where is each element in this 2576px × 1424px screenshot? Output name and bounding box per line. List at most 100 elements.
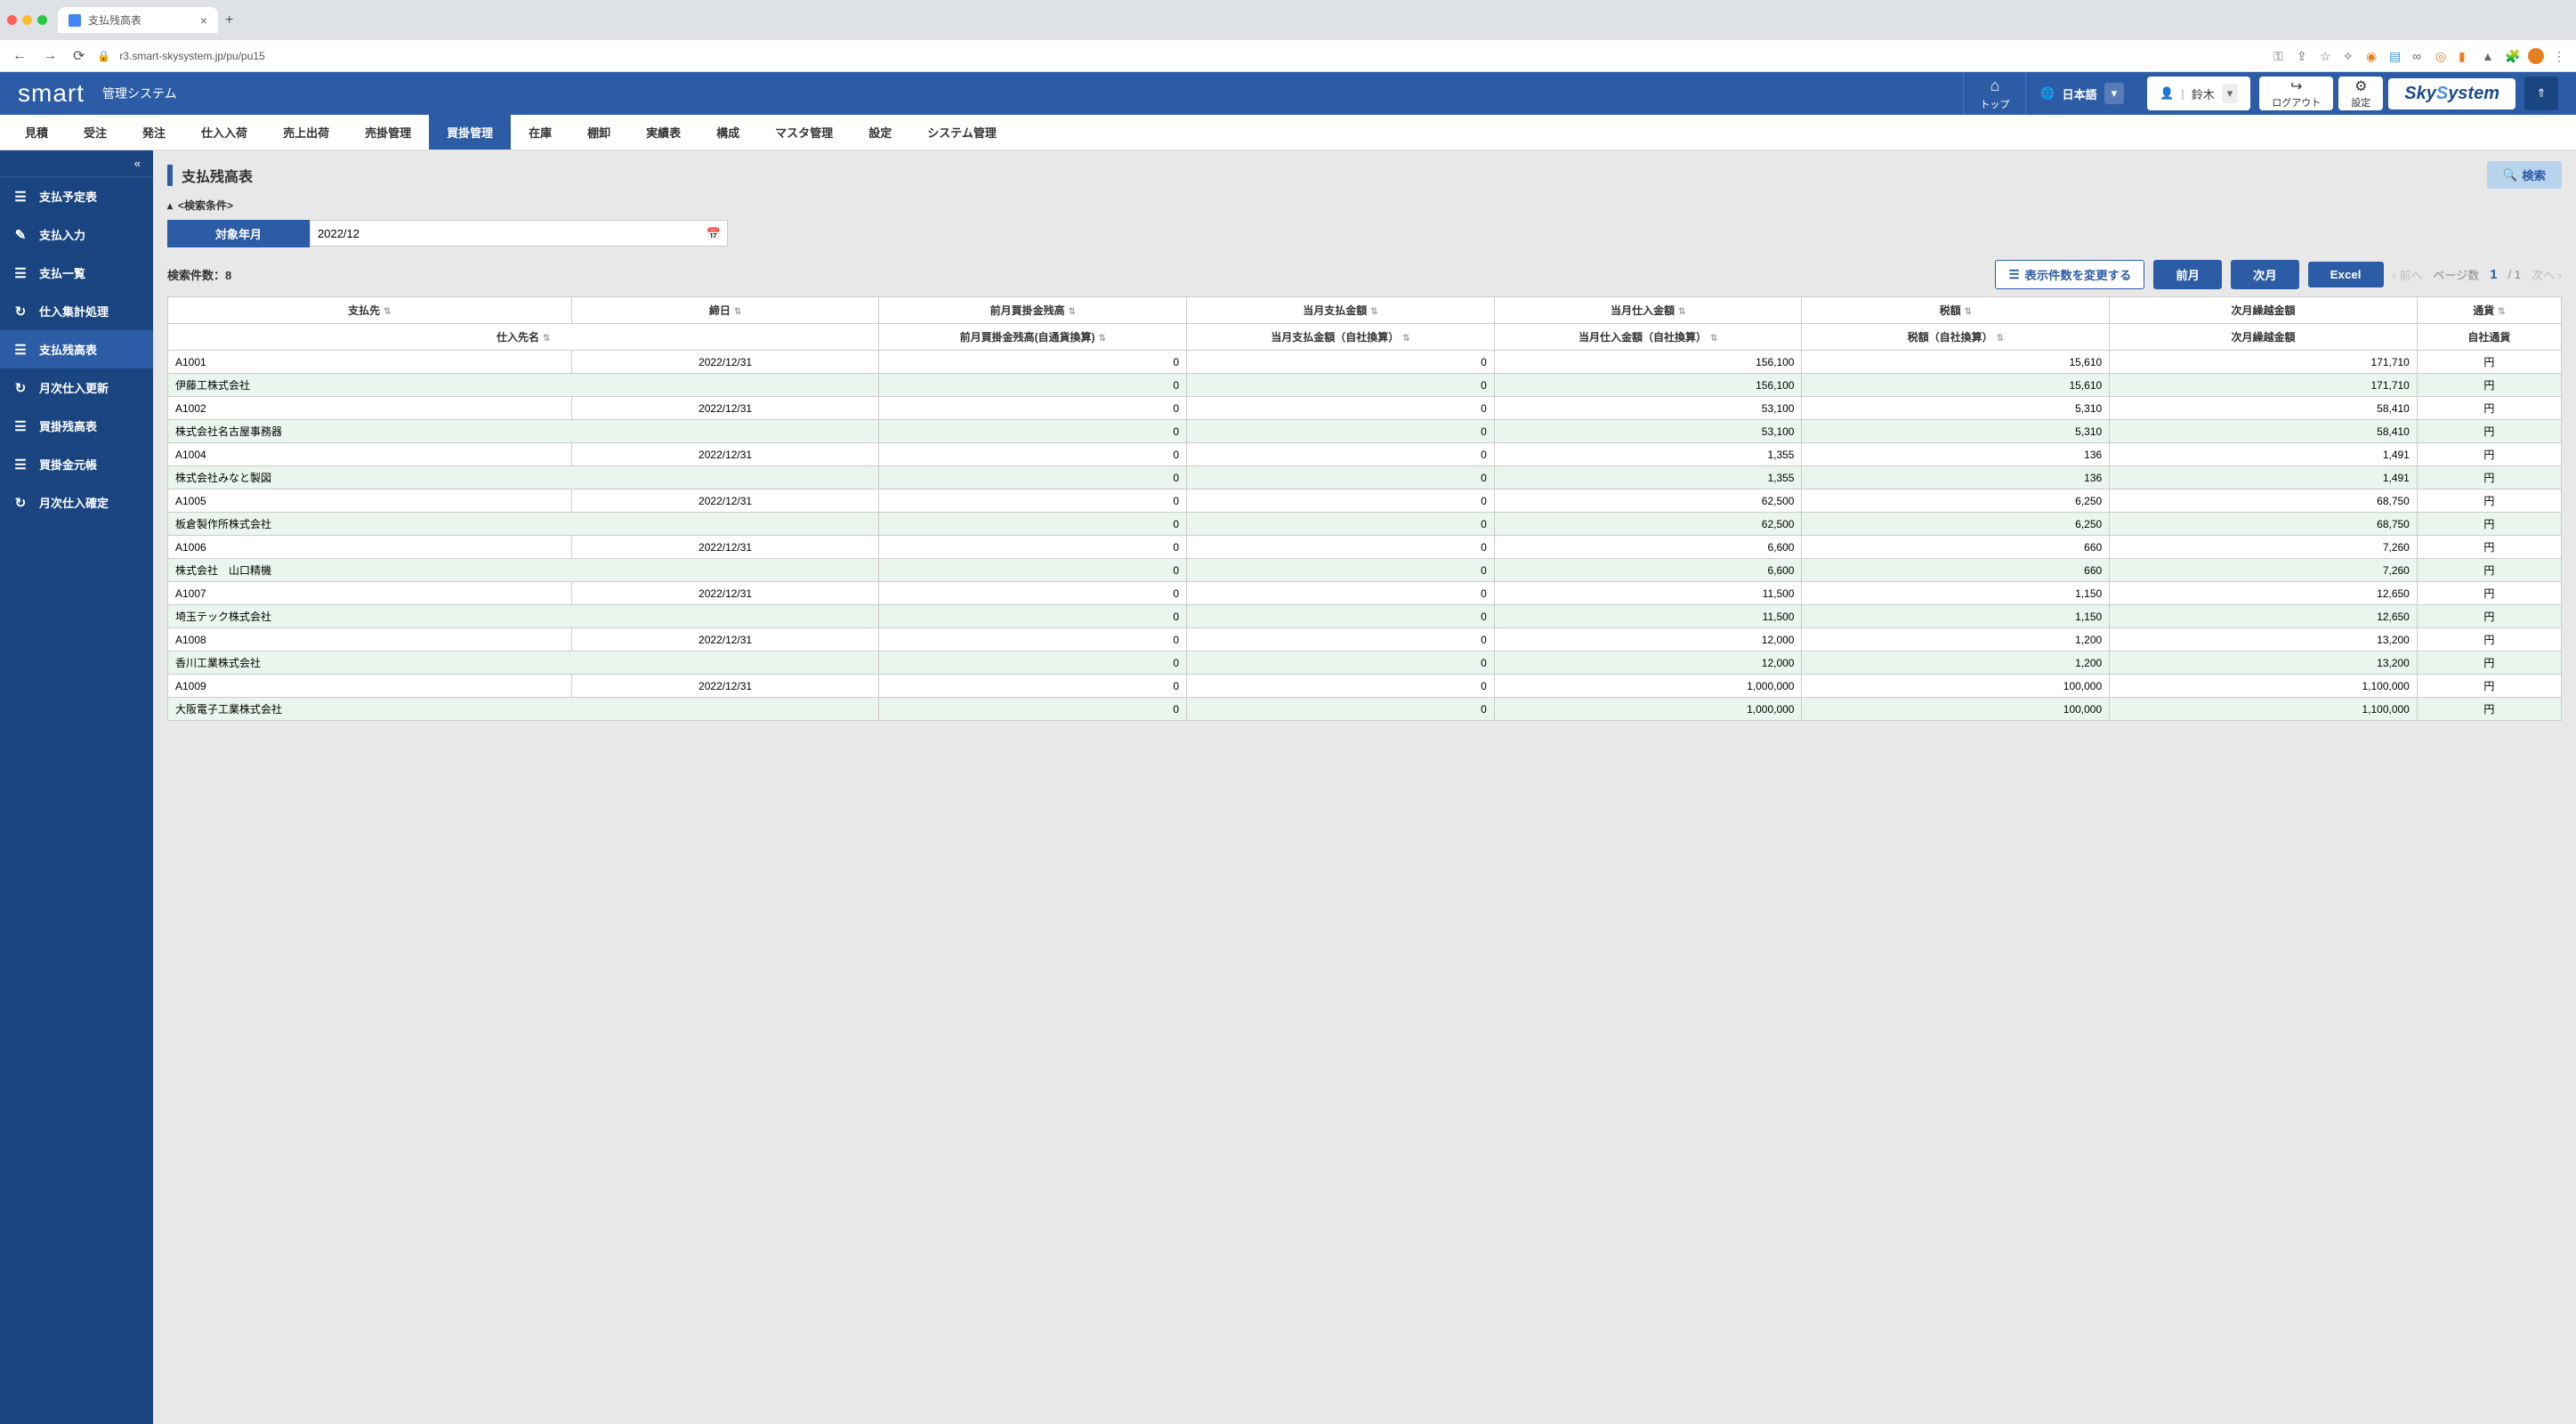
- topnav-item[interactable]: 売上出荷: [265, 115, 347, 150]
- calendar-icon[interactable]: 📅: [707, 227, 721, 241]
- pager-next[interactable]: 次へ ›: [2532, 266, 2562, 283]
- puzzle-icon[interactable]: 🧩: [2505, 49, 2519, 63]
- close-window[interactable]: [7, 15, 17, 25]
- user-menu[interactable]: 👤 | 鈴木 ▾: [2147, 77, 2250, 110]
- top-button[interactable]: ⌂ トップ: [1963, 72, 2025, 115]
- search-conditions-toggle[interactable]: ▴ <検索条件>: [167, 198, 2562, 213]
- refresh-icon: ↻: [12, 380, 28, 396]
- table-row[interactable]: 伊藤工株式会社 0 0 156,100 15,610 171,710 円: [168, 374, 2562, 397]
- topnav-item[interactable]: 受注: [66, 115, 125, 150]
- lock-icon[interactable]: 🔒: [97, 50, 110, 62]
- share-icon[interactable]: ⇪: [2297, 49, 2311, 63]
- change-display-count-button[interactable]: ☰ 表示件数を変更する: [1995, 260, 2144, 289]
- sidebar-item[interactable]: ↻月次仕入確定: [0, 483, 153, 522]
- ext3-icon[interactable]: ∞: [2412, 49, 2427, 63]
- cell-prev: 0: [879, 628, 1187, 651]
- bookmark-icon[interactable]: ☆: [2320, 49, 2334, 63]
- topnav-item[interactable]: 発注: [125, 115, 183, 150]
- browser-tab[interactable]: 支払残高表 ×: [58, 7, 218, 33]
- table-row[interactable]: A1002 2022/12/31 0 0 53,100 5,310 58,410…: [168, 397, 2562, 420]
- th-purchase[interactable]: 当月仕入金額⇅: [1494, 297, 1802, 324]
- ext2-icon[interactable]: ▤: [2389, 49, 2403, 63]
- ext6-icon[interactable]: ▲: [2482, 49, 2496, 63]
- sidebar-item[interactable]: ☰買掛残高表: [0, 407, 153, 445]
- pager-prev[interactable]: ‹ 前へ: [2393, 266, 2423, 283]
- sidebar-item-label: 支払残高表: [39, 341, 97, 358]
- table-row[interactable]: 板倉製作所株式会社 0 0 62,500 6,250 68,750 円: [168, 513, 2562, 536]
- table-row[interactable]: A1008 2022/12/31 0 0 12,000 1,200 13,200…: [168, 628, 2562, 651]
- settings-button[interactable]: ⚙ 設定: [2338, 77, 2383, 110]
- new-tab-icon[interactable]: +: [225, 12, 233, 28]
- th-closing[interactable]: 締日⇅: [571, 297, 879, 324]
- logout-button[interactable]: ↪ ログアウト: [2259, 77, 2333, 110]
- topnav-item[interactable]: 売掛管理: [347, 115, 429, 150]
- star-icon[interactable]: ✧: [2343, 49, 2357, 63]
- table-row[interactable]: 香川工業株式会社 0 0 12,000 1,200 13,200 円: [168, 651, 2562, 675]
- table-row[interactable]: A1007 2022/12/31 0 0 11,500 1,150 12,650…: [168, 582, 2562, 605]
- sidebar-item[interactable]: ☰支払一覧: [0, 254, 153, 292]
- forward-icon[interactable]: →: [39, 48, 61, 64]
- search-button[interactable]: 🔍 検索: [2487, 161, 2562, 189]
- minimize-window[interactable]: [22, 15, 32, 25]
- menu-icon[interactable]: ⋮: [2553, 49, 2567, 63]
- sidebar-item[interactable]: ↻仕入集計処理: [0, 292, 153, 330]
- collapse-header-button[interactable]: ⇑: [2524, 77, 2558, 110]
- table-row[interactable]: A1004 2022/12/31 0 0 1,355 136 1,491 円: [168, 443, 2562, 466]
- th-currency[interactable]: 通貨⇅: [2417, 297, 2561, 324]
- th-tax-conv[interactable]: 税額（自社換算）⇅: [1802, 324, 2110, 351]
- th-prev-conv[interactable]: 前月買掛金残高(自通貨換算)⇅: [879, 324, 1187, 351]
- excel-button[interactable]: Excel: [2308, 262, 2384, 287]
- topnav-item[interactable]: 見積: [7, 115, 66, 150]
- table-row[interactable]: A1005 2022/12/31 0 0 62,500 6,250 68,750…: [168, 490, 2562, 513]
- url-text[interactable]: r3.smart-skysystem.jp/pu/pu15: [119, 50, 264, 62]
- avatar-icon[interactable]: [2528, 48, 2544, 64]
- cell-tax: 1,200: [1802, 628, 2110, 651]
- reload-icon[interactable]: ⟳: [69, 47, 88, 65]
- close-tab-icon[interactable]: ×: [200, 13, 207, 28]
- ext1-icon[interactable]: ◉: [2366, 49, 2380, 63]
- target-month-input[interactable]: [310, 220, 728, 247]
- gear-icon: ⚙: [2354, 77, 2367, 95]
- ext5-icon[interactable]: ▮: [2459, 49, 2473, 63]
- prev-month-button[interactable]: 前月: [2153, 260, 2222, 289]
- topnav-item[interactable]: 買掛管理: [429, 115, 511, 150]
- sidebar-item[interactable]: ☰買掛金元帳: [0, 445, 153, 483]
- topnav-item[interactable]: 仕入入荷: [183, 115, 265, 150]
- table-row[interactable]: 大阪電子工業株式会社 0 0 1,000,000 100,000 1,100,0…: [168, 698, 2562, 721]
- key-icon[interactable]: ⚿: [2273, 49, 2288, 63]
- cell-pay-conv: 0: [1187, 420, 1495, 443]
- back-icon[interactable]: ←: [9, 48, 30, 64]
- th-tax[interactable]: 税額⇅: [1802, 297, 2110, 324]
- sidebar-collapse-button[interactable]: «: [0, 150, 153, 177]
- sidebar-item[interactable]: ☰支払予定表: [0, 177, 153, 215]
- topnav-item[interactable]: 実績表: [628, 115, 699, 150]
- table-row[interactable]: A1001 2022/12/31 0 0 156,100 15,610 171,…: [168, 351, 2562, 374]
- th-pay-conv[interactable]: 当月支払金額（自社換算）⇅: [1187, 324, 1495, 351]
- table-row[interactable]: A1009 2022/12/31 0 0 1,000,000 100,000 1…: [168, 675, 2562, 698]
- topnav-item[interactable]: システム管理: [909, 115, 1014, 150]
- topnav-item[interactable]: 棚卸: [569, 115, 628, 150]
- topnav-item[interactable]: 設定: [851, 115, 909, 150]
- sidebar-item[interactable]: ☰支払残高表: [0, 330, 153, 368]
- next-month-button[interactable]: 次月: [2231, 260, 2299, 289]
- th-prev-balance[interactable]: 前月買掛金残高⇅: [879, 297, 1187, 324]
- topnav-item[interactable]: 構成: [699, 115, 757, 150]
- topnav-item[interactable]: マスタ管理: [757, 115, 851, 150]
- url-bar: ← → ⟳ 🔒 r3.smart-skysystem.jp/pu/pu15 ⚿ …: [0, 40, 2576, 72]
- sidebar-item[interactable]: ↻月次仕入更新: [0, 368, 153, 407]
- language-selector[interactable]: 🌐 日本語 ▾: [2025, 72, 2138, 115]
- table-row[interactable]: 埼玉テック株式会社 0 0 11,500 1,150 12,650 円: [168, 605, 2562, 628]
- cell-purch: 1,000,000: [1494, 675, 1802, 698]
- table-row[interactable]: A1006 2022/12/31 0 0 6,600 660 7,260 円: [168, 536, 2562, 559]
- th-payment[interactable]: 当月支払金額⇅: [1187, 297, 1495, 324]
- maximize-window[interactable]: [37, 15, 47, 25]
- topnav-item[interactable]: 在庫: [511, 115, 569, 150]
- th-purch-conv[interactable]: 当月仕入金額（自社換算）⇅: [1494, 324, 1802, 351]
- table-row[interactable]: 株式会社みなと製図 0 0 1,355 136 1,491 円: [168, 466, 2562, 490]
- ext4-icon[interactable]: ◎: [2435, 49, 2450, 63]
- th-payee[interactable]: 支払先⇅: [168, 297, 572, 324]
- table-row[interactable]: 株式会社 山口精機 0 0 6,600 660 7,260 円: [168, 559, 2562, 582]
- th-supplier[interactable]: 仕入先名⇅: [168, 324, 879, 351]
- sidebar-item[interactable]: ✎支払入力: [0, 215, 153, 254]
- table-row[interactable]: 株式会社名古屋事務器 0 0 53,100 5,310 58,410 円: [168, 420, 2562, 443]
